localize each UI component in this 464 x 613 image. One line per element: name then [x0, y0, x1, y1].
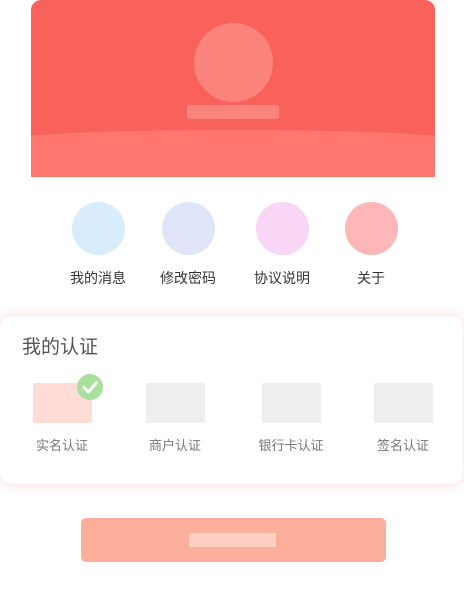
verified-check-icon	[77, 374, 103, 400]
quick-menu: 我的消息 修改密码 协议说明 关于	[0, 202, 464, 292]
password-icon	[161, 202, 215, 255]
cert-item-signature[interactable]: 签名认证	[353, 383, 453, 454]
cert-item-label: 商户认证	[148, 439, 201, 454]
button-label-placeholder	[189, 533, 276, 547]
cert-item-label: 实名认证	[35, 439, 88, 454]
bottom-action-button[interactable]	[81, 518, 386, 562]
quick-item-agreement[interactable]: 协议说明	[237, 202, 327, 288]
quick-item-label: 修改密码	[160, 271, 216, 287]
cert-item-label: 银行卡认证	[258, 439, 324, 454]
cert-item-merchant[interactable]: 商户认证	[125, 383, 225, 454]
profile-page: 我的消息 修改密码 协议说明 关于 我的认证 实名认证 商户认证 银行卡认证 签…	[0, 0, 464, 613]
cert-item-label: 签名认证	[376, 439, 429, 454]
quick-item-about[interactable]: 关于	[326, 202, 416, 288]
cert-item-bank-card[interactable]: 银行卡认证	[241, 383, 341, 454]
quick-item-label: 协议说明	[254, 271, 310, 287]
quick-item-change-password[interactable]: 修改密码	[143, 202, 233, 288]
certification-card: 我的认证 实名认证 商户认证 银行卡认证 签名认证	[0, 316, 463, 484]
agreement-icon	[255, 202, 309, 255]
avatar[interactable]	[194, 23, 273, 102]
signature-cert-icon	[373, 383, 433, 423]
about-icon	[344, 202, 398, 255]
quick-item-label: 我的消息	[70, 271, 126, 287]
messages-icon	[71, 202, 125, 255]
quick-item-label: 关于	[357, 271, 385, 287]
header-band-decoration	[31, 138, 435, 177]
certification-title: 我的认证	[22, 336, 99, 358]
quick-item-messages[interactable]: 我的消息	[53, 202, 143, 288]
bank-card-cert-icon	[261, 383, 321, 423]
merchant-cert-icon	[145, 383, 205, 423]
profile-header	[31, 0, 435, 177]
username-placeholder	[187, 105, 279, 119]
